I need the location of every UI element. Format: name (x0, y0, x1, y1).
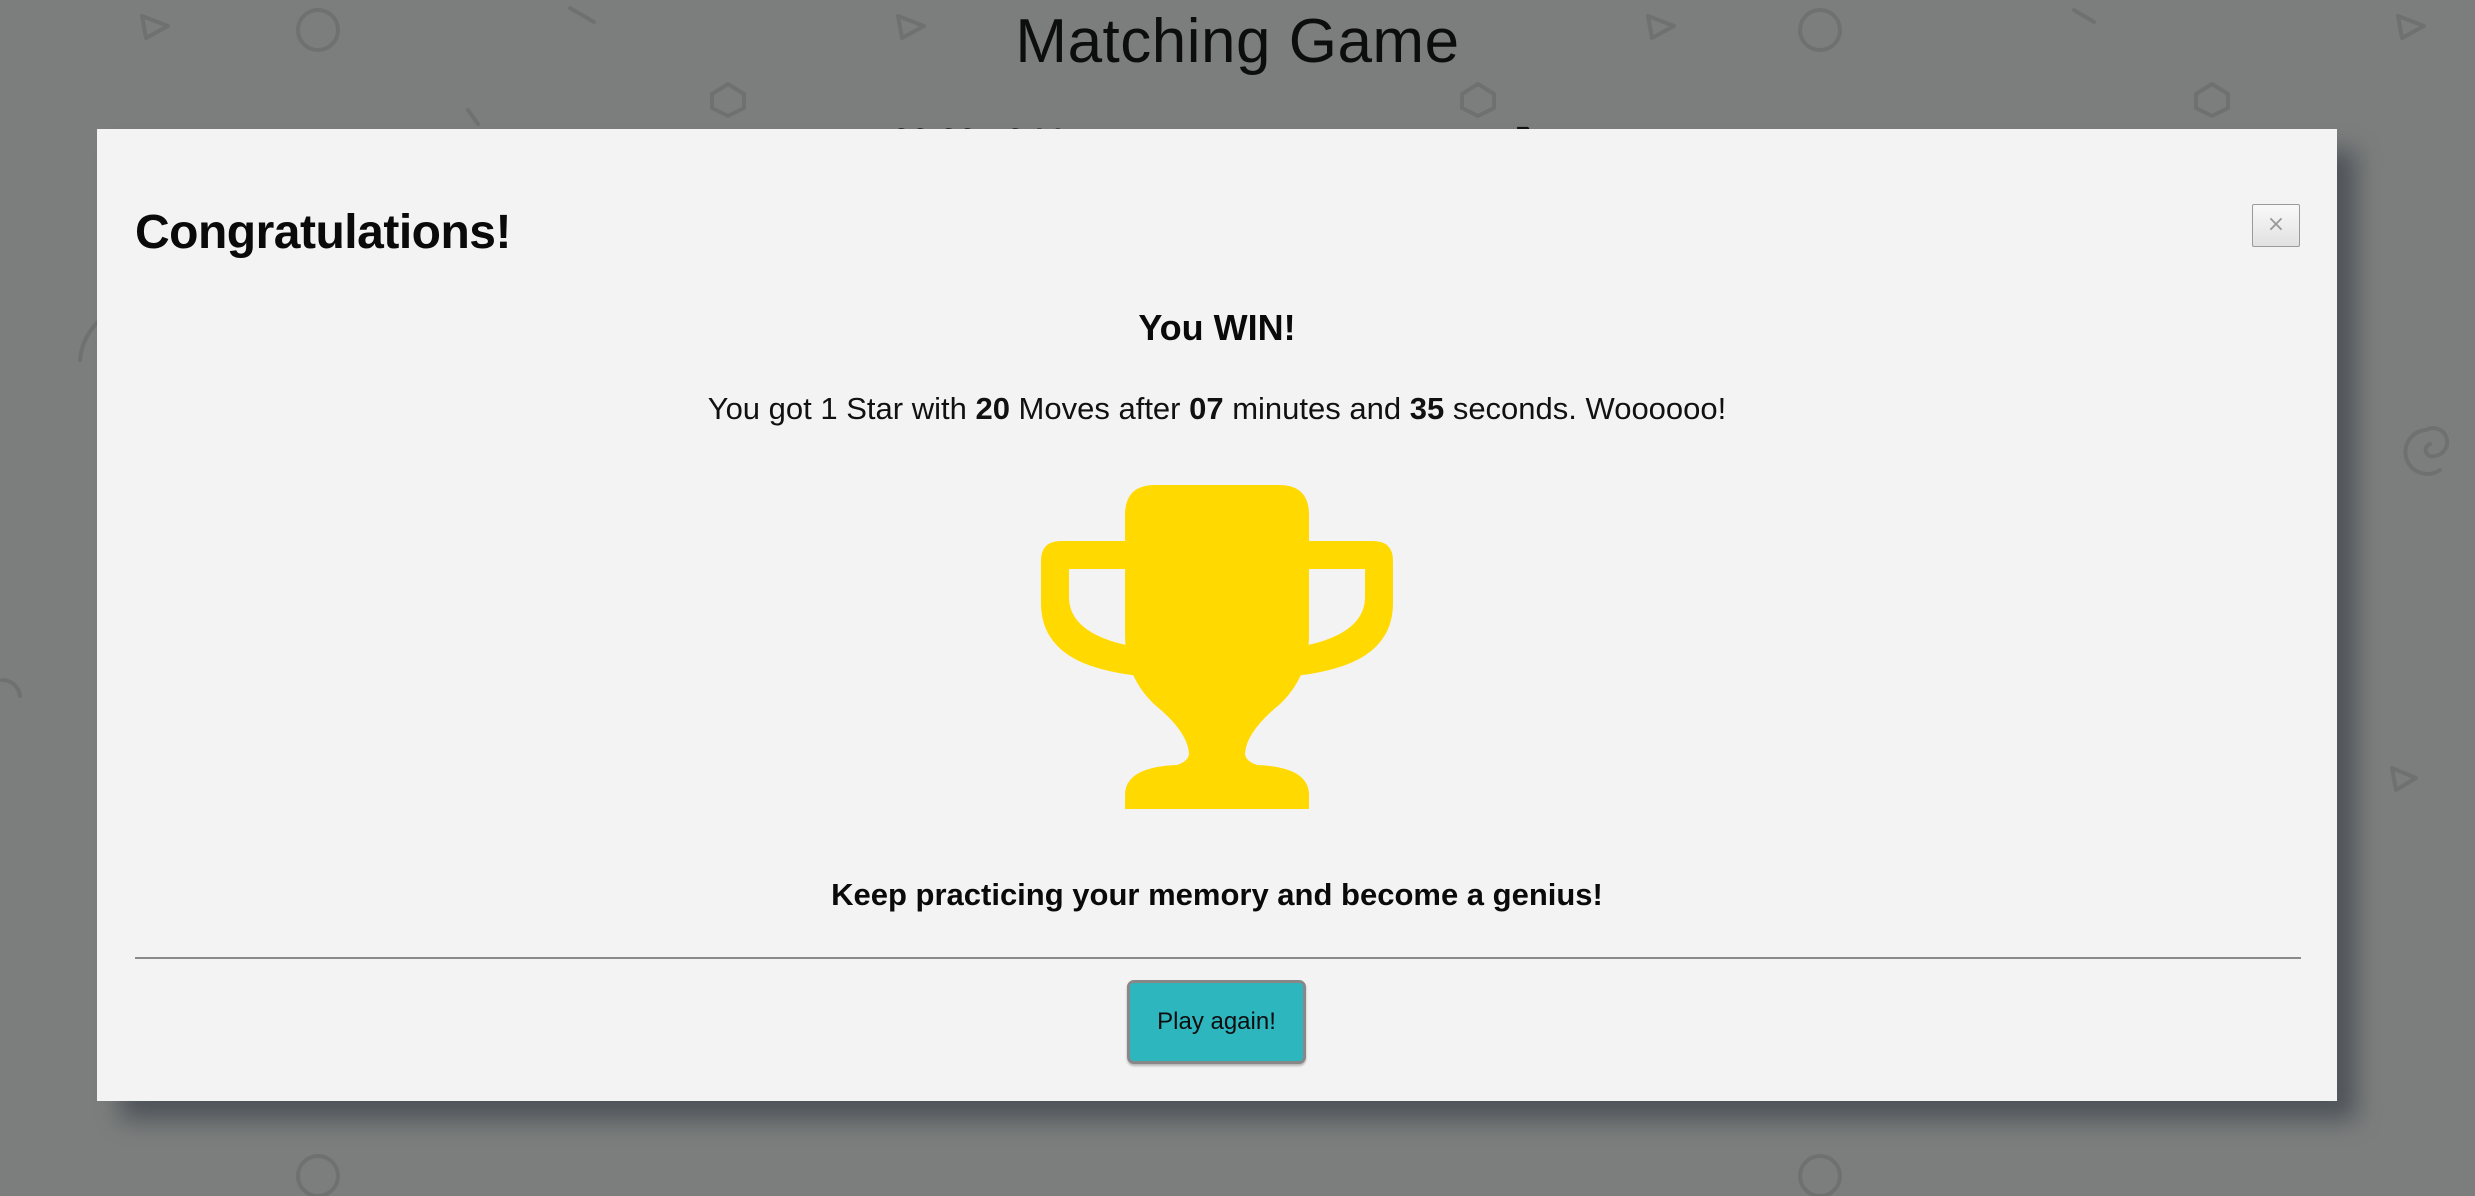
result-with: with (903, 391, 976, 426)
win-heading: You WIN! (1138, 307, 1296, 348)
star-count: 1 Star (820, 391, 904, 426)
trophy-icon (1041, 485, 1393, 809)
motivation-text: Keep practicing your memory and become a… (831, 877, 1603, 912)
close-button[interactable]: × (2252, 204, 2300, 247)
minutes-count: 07 (1189, 391, 1224, 426)
minutes-label: minutes and (1223, 391, 1410, 426)
page-title: Matching Game (1015, 7, 1460, 76)
moves-count: 20 (975, 391, 1010, 426)
moves-label: Moves after (1009, 391, 1190, 426)
play-again-button[interactable]: Play again! (1127, 980, 1306, 1064)
modal-title: Congratulations! (135, 206, 511, 259)
result-prefix: You got (707, 391, 821, 426)
congratulations-modal: Congratulations! × You WIN! You got 1 St… (97, 129, 2337, 1101)
seconds-count: 35 (1409, 391, 1445, 426)
result-summary: You got 1 Star with 20 Moves after 07 mi… (97, 391, 2337, 427)
modal-divider (135, 957, 2301, 959)
seconds-label: seconds. Woooooo! (1444, 391, 1727, 426)
